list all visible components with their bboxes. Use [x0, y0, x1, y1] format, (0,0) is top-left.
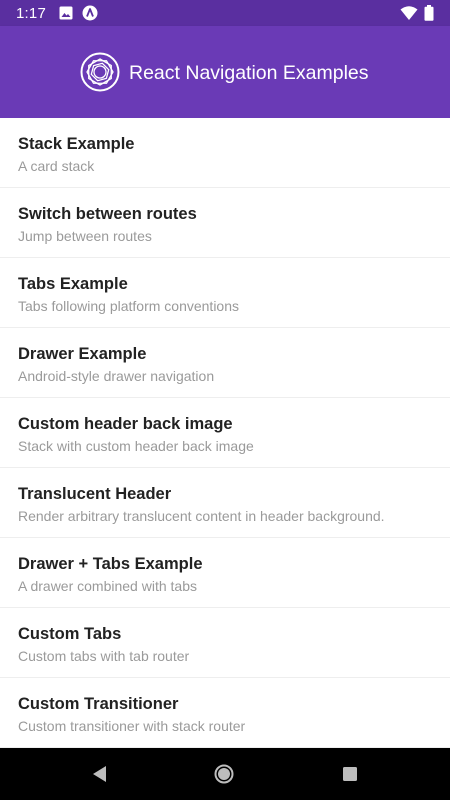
- list-item-subtitle: Android-style drawer navigation: [18, 368, 215, 384]
- list-item-subtitle: Render arbitrary translucent content in …: [18, 508, 385, 524]
- list-item-title: Custom Tabs: [18, 625, 122, 643]
- list-item-drawer-tabs-example[interactable]: Drawer + Tabs Example A drawer combined …: [0, 538, 450, 608]
- list-item-subtitle: Custom transitioner with stack router: [18, 718, 246, 734]
- list-item-switch-routes[interactable]: Switch between routes Jump between route…: [0, 188, 450, 258]
- list-item-title: Switch between routes: [18, 205, 197, 223]
- list-item-subtitle: Tabs following platform conventions: [18, 298, 240, 314]
- navigation-bar: [0, 748, 450, 800]
- list-item-drawer-example[interactable]: Drawer Example Android-style drawer navi…: [0, 328, 450, 398]
- list-item-subtitle: Custom tabs with tab router: [18, 648, 190, 664]
- status-time: 1:17: [16, 5, 46, 22]
- home-icon[interactable]: [214, 764, 234, 784]
- list-item-translucent-header[interactable]: Translucent Header Render arbitrary tran…: [0, 468, 450, 538]
- examples-list: Stack Example A card stack Switch betwee…: [0, 118, 450, 748]
- list-item-title: Drawer Example: [18, 345, 147, 363]
- wifi-icon: [400, 6, 418, 20]
- react-native-icon: [82, 5, 98, 21]
- list-item-title: Stack Example: [18, 135, 135, 153]
- list-item-title: Custom Transitioner: [18, 695, 179, 713]
- header-title: React Navigation Examples: [129, 62, 369, 84]
- list-item-subtitle: Jump between routes: [18, 228, 152, 244]
- list-item-stack-example[interactable]: Stack Example A card stack: [0, 118, 450, 188]
- list-item-subtitle: Stack with custom header back image: [18, 438, 254, 454]
- list-item-title: Drawer + Tabs Example: [18, 555, 203, 573]
- react-navigation-logo-icon: [80, 52, 120, 92]
- app-header: React Navigation Examples: [0, 26, 450, 118]
- recents-icon[interactable]: [340, 764, 360, 784]
- list-item-title: Translucent Header: [18, 485, 172, 503]
- image-icon: [59, 6, 73, 20]
- list-item-custom-tabs[interactable]: Custom Tabs Custom tabs with tab router: [0, 608, 450, 678]
- list-item-subtitle: A card stack: [18, 158, 95, 174]
- list-item-title: Custom header back image: [18, 415, 233, 433]
- app-screen: 1:17 React Navigation Examples Stack Exa…: [0, 0, 450, 800]
- back-icon[interactable]: [90, 764, 110, 784]
- list-item-tabs-example[interactable]: Tabs Example Tabs following platform con…: [0, 258, 450, 328]
- status-bar: 1:17: [0, 0, 450, 26]
- list-item-custom-header-back-image[interactable]: Custom header back image Stack with cust…: [0, 398, 450, 468]
- battery-icon: [424, 5, 434, 21]
- list-item-custom-transitioner[interactable]: Custom Transitioner Custom transitioner …: [0, 678, 450, 748]
- list-item-title: Tabs Example: [18, 275, 128, 293]
- list-item-subtitle: A drawer combined with tabs: [18, 578, 197, 594]
